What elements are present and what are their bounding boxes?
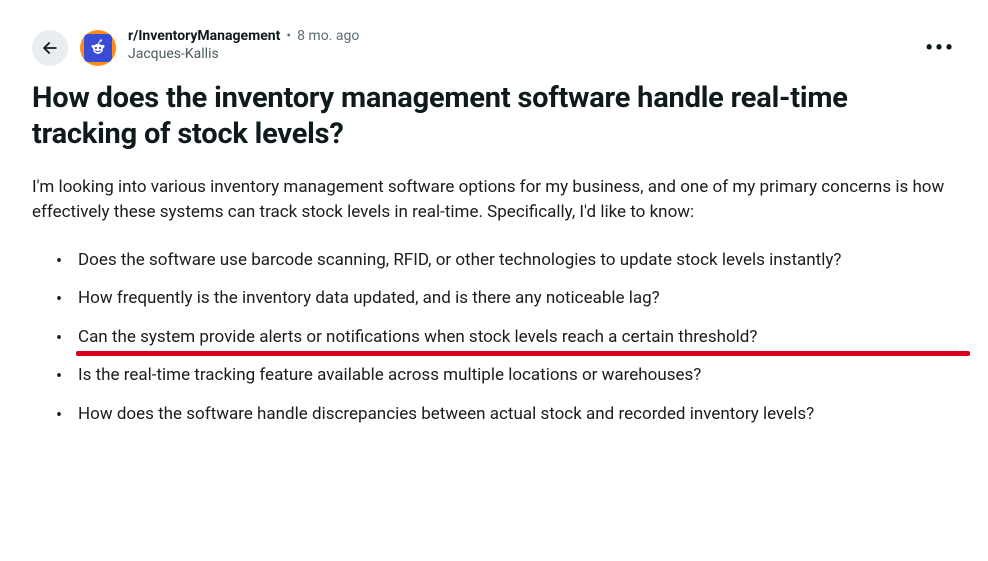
list-item-text: Is the real-time tracking feature availa… — [78, 365, 701, 385]
list-item: How does the software handle discrepanci… — [78, 402, 956, 428]
reddit-snoo-icon — [88, 38, 108, 58]
list-item-text: How does the software handle discrepanci… — [78, 404, 814, 424]
post-meta: r/InventoryManagement • 8 mo. ago Jacque… — [128, 28, 912, 63]
list-item-text: How frequently is the inventory data upd… — [78, 288, 660, 308]
list-item: How frequently is the inventory data upd… — [78, 286, 956, 312]
post-age: 8 mo. ago — [297, 28, 359, 46]
list-item: Can the system provide alerts or notific… — [78, 325, 956, 351]
post-bullet-list: Does the software use barcode scanning, … — [32, 248, 956, 428]
subreddit-link[interactable]: r/InventoryManagement — [128, 28, 280, 46]
arrow-left-icon — [40, 38, 60, 58]
meta-separator: • — [286, 28, 291, 46]
post-header: r/InventoryManagement • 8 mo. ago Jacque… — [32, 28, 956, 66]
more-horizontal-icon: ••• — [925, 36, 955, 61]
post-intro: I'm looking into various inventory manag… — [32, 175, 956, 226]
more-options-button[interactable]: ••• — [924, 32, 956, 64]
post-title: How does the inventory management softwa… — [32, 80, 956, 153]
list-item: Is the real-time tracking feature availa… — [78, 363, 956, 389]
list-item-text: Can the system provide alerts or notific… — [78, 327, 757, 347]
author-link[interactable]: Jacques-Kallis — [128, 46, 912, 64]
back-button[interactable] — [32, 30, 68, 66]
red-underline-annotation — [76, 351, 970, 356]
list-item-text: Does the software use barcode scanning, … — [78, 250, 841, 270]
list-item: Does the software use barcode scanning, … — [78, 248, 956, 274]
subreddit-avatar[interactable] — [80, 30, 116, 66]
